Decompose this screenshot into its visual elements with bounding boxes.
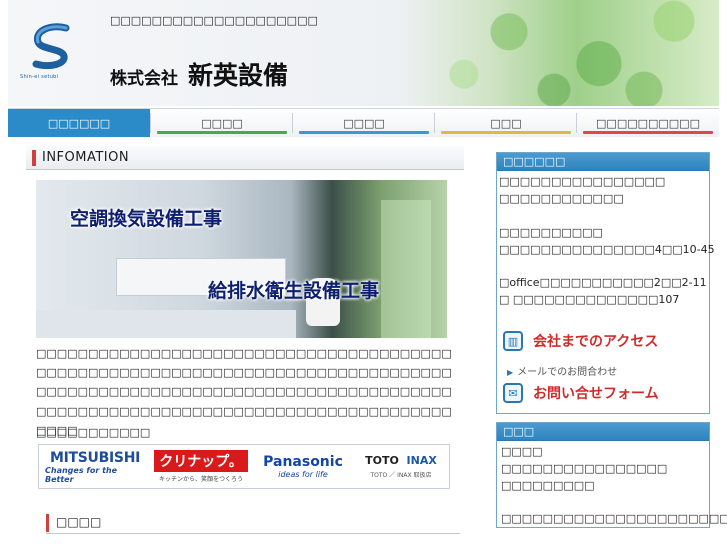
second-section-title: □□□□ — [56, 515, 102, 529]
nav-label: □□□□□□□□□□ — [596, 116, 700, 130]
mitsubishi-logo[interactable]: MITSUBISHI Changes for the Better — [45, 445, 145, 488]
second-section-header: □□□□ — [46, 512, 460, 534]
triangle-right-icon: ▶ — [507, 368, 514, 377]
company-info-heading: □□□□□□ — [497, 153, 709, 171]
header-leaves-image — [419, 0, 719, 106]
access-label: 会社までのアクセス — [533, 334, 659, 350]
logo-caption: Shin-ei setubi — [20, 74, 59, 80]
hero-image: 空調換気設備工事 給排水衛生設備工事 — [36, 180, 447, 338]
nav-label: □□□□ — [343, 116, 385, 130]
building-icon: ▥ — [503, 331, 523, 351]
hero-floor — [36, 310, 296, 338]
cleanup-logo[interactable]: クリナップ。 キッチンから、笑顔をつくろう — [151, 445, 251, 488]
company-line: □□□□□□□□□□□□ — [499, 192, 624, 205]
nav-item-3[interactable]: □□□□ — [293, 109, 435, 137]
panasonic-tagline: ideas for life — [278, 470, 328, 479]
shin-ei-logo-icon[interactable] — [22, 22, 82, 74]
business-info-box: □□□ □□□□ □□□□□□□□□□□□□□□□ □□□□□□□□□ □□□□… — [496, 422, 727, 528]
business-line: □□□□□□□□□ — [501, 479, 595, 492]
mail-icon: ✉ — [503, 383, 523, 403]
toto-name: TOTO — [365, 454, 399, 467]
nav-label: □□□ — [490, 116, 522, 130]
nav-item-4[interactable]: □□□ — [435, 109, 577, 137]
contact-form-button[interactable]: ✉ お問い合せフォーム — [503, 381, 707, 405]
nav-accent-bar — [299, 131, 429, 134]
section-marker — [46, 514, 49, 532]
cleanup-name: クリナップ。 — [154, 450, 248, 472]
company-info-box: □□□□□□ □□□□□□□□□□□□□□□□ □□□□□□□□□□□□ □□□… — [496, 152, 715, 414]
page: □□□□□□□□□□□□□□□□□□□□ Shin-ei setubi 株式会社… — [0, 0, 727, 545]
section-marker — [32, 150, 36, 166]
company-line: □□□□□□□□□□ — [499, 226, 603, 239]
brands-label: □□□□□□□□□□□ — [36, 426, 151, 439]
panasonic-logo[interactable]: Panasonic ideas for life — [257, 445, 349, 488]
company-kind: 株式会社 — [110, 69, 178, 89]
toto-inax-name: TOTO INAX — [365, 454, 437, 467]
office-address: □office□□□□□□□□□□□2□□2-11 — [499, 276, 707, 289]
access-button[interactable]: ▥ 会社までのアクセス — [503, 329, 707, 353]
panasonic-name: Panasonic — [263, 454, 343, 470]
mitsubishi-name: MITSUBISHI — [49, 449, 141, 466]
company-address: □□□□□□□□□□□□□□□4□□10-45 — [499, 243, 715, 256]
nav-label: □□□□ — [201, 116, 243, 130]
info-section-header: INFOMATION — [26, 146, 464, 170]
info-section-title: INFOMATION — [42, 150, 130, 165]
business-line: □□□□□□□□□□□□□□□□ — [501, 462, 668, 475]
business-line: □□□□□□□□□□□□□□□□□□□□□□□□□□□ — [501, 512, 727, 525]
header-tagline: □□□□□□□□□□□□□□□□□□□□ — [110, 14, 318, 27]
hero-text-plumbing: 給排水衛生設備工事 — [208, 280, 380, 302]
hero-glass-wall — [381, 200, 431, 338]
inax-name: INAX — [406, 454, 437, 467]
mail-note: ▶ メールでのお問合わせ — [507, 363, 617, 378]
business-line: □□□□ — [501, 445, 543, 458]
main-content: INFOMATION 空調換気設備工事 給排水衛生設備工事 □□□□□□□□□□… — [26, 146, 464, 534]
office-address-2: □ □□□□□□□□□□□□□□107 — [499, 293, 680, 306]
nav-item-home[interactable]: □□□□□□ — [8, 109, 150, 137]
nav-label: □□□□□□ — [47, 116, 111, 130]
site-header: □□□□□□□□□□□□□□□□□□□□ Shin-ei setubi 株式会社… — [8, 0, 719, 106]
company-title: 新英設備 — [188, 61, 289, 90]
toto-inax-tagline: TOTO ／ INAX 取扱店 — [370, 472, 432, 479]
nav-accent-bar — [441, 131, 571, 134]
contact-label: お問い合せフォーム — [533, 386, 659, 402]
business-info-heading: □□□ — [497, 423, 709, 441]
brands-banner: MITSUBISHI Changes for the Better クリナップ。… — [38, 444, 450, 489]
nav-accent-bar — [583, 131, 713, 134]
main-nav: □□□□□□ □□□□ □□□□ □□□ □□□□□□□□□□ — [8, 108, 719, 137]
mitsubishi-tagline: Changes for the Better — [45, 465, 118, 484]
nav-accent-bar — [157, 131, 287, 134]
mail-note-text: メールでのお問合わせ — [517, 367, 618, 378]
hero-text-hvac: 空調換気設備工事 — [70, 208, 223, 230]
toto-inax-logo[interactable]: TOTO INAX TOTO ／ INAX 取扱店 — [355, 445, 447, 488]
nav-item-5[interactable]: □□□□□□□□□□ — [577, 109, 719, 137]
company-name[interactable]: 株式会社 新英設備 — [110, 56, 288, 92]
company-line: □□□□□□□□□□□□□□□□ — [499, 175, 666, 188]
cleanup-tagline: キッチンから、笑顔をつくろう — [158, 476, 243, 483]
second-section: □□□□ — [46, 512, 460, 534]
nav-item-2[interactable]: □□□□ — [151, 109, 293, 137]
